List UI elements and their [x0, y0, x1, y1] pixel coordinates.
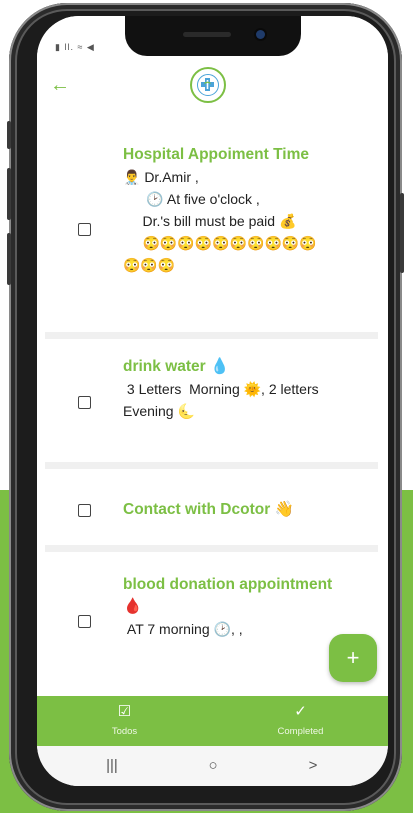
system-navigation-bar: ||| ○ >	[37, 746, 388, 786]
list-divider	[45, 545, 378, 552]
checkmark-icon: ✓	[294, 703, 307, 720]
speaker-grille	[183, 32, 231, 37]
front-camera	[256, 30, 265, 39]
todo-item: blood donation appointment 🩸 AT 7 mornin…	[45, 552, 378, 692]
app-logo	[190, 67, 226, 103]
todo-title: blood donation appointment 🩸	[123, 576, 333, 615]
add-todo-button[interactable]: +	[329, 634, 377, 682]
todo-item: Contact with Dcotor 👋	[45, 469, 378, 545]
nav-tab-label: Completed	[277, 726, 324, 737]
phone-volume-down-button	[7, 233, 11, 285]
home-icon[interactable]: ○	[193, 754, 233, 778]
todo-title: drink water 💧	[123, 358, 230, 375]
phone-volume-up-button	[7, 168, 11, 220]
list-divider	[45, 332, 378, 339]
status-icons: ▮ ll. ≈ ◀	[55, 42, 95, 52]
back-arrow-icon[interactable]: ←	[47, 72, 73, 98]
todo-list: Hospital Appoiment Time 👨‍⚕️ Dr.Amir , 🕑…	[45, 116, 378, 692]
todo-checkbox[interactable]	[78, 615, 91, 628]
medical-cross-icon	[197, 74, 219, 96]
todo-checkbox[interactable]	[78, 504, 91, 517]
todo-title: Hospital Appoiment Time	[123, 146, 310, 163]
app-bar: ←	[37, 58, 388, 116]
todos-icon: ☑	[117, 703, 132, 720]
todo-description: 👨‍⚕️ Dr.Amir , 🕑 At five o'clock , Dr.'s…	[123, 169, 317, 273]
todo-description: 3 Letters Morning 🌞, 2 letters Evening 🌜	[123, 381, 319, 419]
todo-checkbox[interactable]	[78, 396, 91, 409]
nav-tab-todos[interactable]: ☑ Todos	[37, 696, 212, 746]
list-divider	[45, 462, 378, 469]
todo-item: Hospital Appoiment Time 👨‍⚕️ Dr.Amir , 🕑…	[45, 116, 378, 332]
nav-tab-label: Todos	[111, 726, 138, 737]
todo-checkbox[interactable]	[78, 223, 91, 236]
bottom-navigation: ☑ Todos ✓ Completed	[37, 696, 388, 746]
app-screen: ▮ ll. ≈ ◀ ← Hospital Appoiment Time 👨‍⚕️…	[37, 16, 388, 786]
phone-power-button	[400, 193, 404, 273]
todo-title: Contact with Dcotor 👋	[123, 501, 294, 518]
recents-icon[interactable]: |||	[92, 754, 132, 778]
system-back-icon[interactable]: >	[293, 754, 333, 778]
todo-item: drink water 💧 3 Letters Morning 🌞, 2 let…	[45, 339, 378, 462]
nav-tab-completed[interactable]: ✓ Completed	[213, 696, 388, 746]
phone-side-button	[7, 121, 11, 149]
phone-notch	[125, 16, 301, 56]
